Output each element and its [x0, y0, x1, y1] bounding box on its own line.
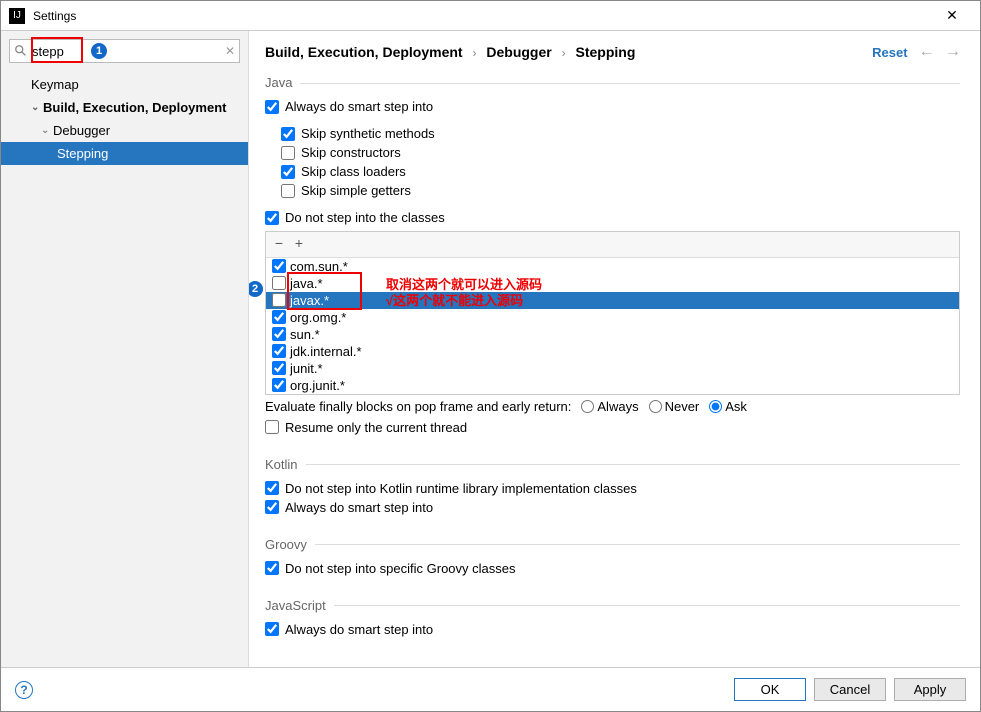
- class-pattern: java.*: [290, 276, 323, 291]
- back-icon[interactable]: ←: [919, 43, 935, 60]
- main-area: ✕ 1 Keymap ⌄Build, Execution, Deployment…: [1, 31, 980, 667]
- nav-arrows: ← →: [916, 43, 964, 61]
- chk-skip-getters[interactable]: Skip simple getters: [281, 181, 960, 200]
- class-row[interactable]: junit.*: [266, 360, 959, 377]
- class-pattern: com.sun.*: [290, 259, 348, 274]
- class-row[interactable]: java.*: [266, 275, 959, 292]
- class-pattern: org.junit.*: [290, 378, 345, 393]
- classes-box: − + com.sun.* java.* javax.* org.omg.* sun.*…: [265, 231, 960, 395]
- breadcrumb-part: Stepping: [576, 44, 636, 60]
- content-pane: Build, Execution, Deployment › Debugger …: [249, 31, 980, 667]
- annotation-badge-2: 2: [249, 281, 263, 297]
- class-pattern: sun.*: [290, 327, 320, 342]
- annotation-box-1: [31, 37, 83, 63]
- chk-kotlin-smart[interactable]: Always do smart step into: [265, 498, 960, 517]
- chk-skip-constructors[interactable]: Skip constructors: [281, 143, 960, 162]
- radio-always[interactable]: Always: [581, 399, 638, 414]
- eval-finally-row: Evaluate finally blocks on pop frame and…: [265, 395, 960, 418]
- clear-search-icon[interactable]: ✕: [225, 44, 235, 58]
- section-java: Java: [265, 75, 292, 91]
- app-icon: IJ: [9, 8, 25, 24]
- tree-item-stepping[interactable]: Stepping: [1, 142, 248, 165]
- classes-list[interactable]: com.sun.* java.* javax.* org.omg.* sun.* jdk.…: [266, 258, 959, 394]
- class-checkbox[interactable]: [272, 361, 286, 375]
- sidebar: ✕ 1 Keymap ⌄Build, Execution, Deployment…: [1, 31, 249, 667]
- class-checkbox[interactable]: [272, 344, 286, 358]
- tree-item-keymap[interactable]: Keymap: [1, 73, 248, 96]
- expand-icon: ⌄: [31, 102, 41, 113]
- breadcrumb: Build, Execution, Deployment › Debugger …: [265, 44, 872, 60]
- chk-groovy-dontstep[interactable]: Do not step into specific Groovy classes: [265, 559, 960, 578]
- chk-skip-synthetic[interactable]: Skip synthetic methods: [281, 124, 960, 143]
- chevron-right-icon: ›: [472, 46, 476, 60]
- section-javascript: JavaScript: [265, 598, 326, 614]
- search-wrapper: ✕ 1: [1, 31, 248, 71]
- chk-skip-class-loaders[interactable]: Skip class loaders: [281, 162, 960, 181]
- help-icon[interactable]: ?: [15, 681, 33, 699]
- class-checkbox[interactable]: [272, 378, 286, 392]
- radio-ask[interactable]: Ask: [709, 399, 747, 414]
- radio-never[interactable]: Never: [649, 399, 700, 414]
- button-bar: ? OK Cancel Apply: [1, 667, 980, 711]
- class-row[interactable]: jdk.internal.*: [266, 343, 959, 360]
- class-row[interactable]: sun.*: [266, 326, 959, 343]
- chk-js-smart[interactable]: Always do smart step into: [265, 620, 960, 639]
- tree-item-debugger[interactable]: ⌄Debugger: [1, 119, 248, 142]
- class-checkbox[interactable]: [272, 276, 286, 290]
- ok-button[interactable]: OK: [734, 678, 806, 701]
- class-row[interactable]: com.sun.*: [266, 258, 959, 275]
- section-groovy: Groovy: [265, 537, 307, 553]
- classes-wrapper: 2 − + com.sun.*java.*javax.*org.omg.*sun…: [265, 231, 960, 395]
- class-pattern: org.omg.*: [290, 310, 346, 325]
- class-row[interactable]: org.omg.*: [266, 309, 959, 326]
- title-bar: IJ Settings ✕: [1, 1, 980, 31]
- forward-icon[interactable]: →: [945, 43, 961, 60]
- apply-button[interactable]: Apply: [894, 678, 966, 701]
- class-pattern: junit.*: [290, 361, 323, 376]
- expand-icon: ⌄: [41, 125, 51, 136]
- add-icon[interactable]: +: [292, 235, 306, 254]
- class-checkbox[interactable]: [272, 259, 286, 273]
- breadcrumb-part[interactable]: Build, Execution, Deployment: [265, 44, 463, 60]
- class-checkbox[interactable]: [272, 293, 286, 307]
- remove-icon[interactable]: −: [272, 235, 286, 254]
- chk-do-not-step-classes[interactable]: Do not step into the classes: [265, 208, 960, 227]
- class-checkbox[interactable]: [272, 310, 286, 324]
- window-title: Settings: [33, 9, 932, 23]
- class-row[interactable]: javax.*: [266, 292, 959, 309]
- tree-item-build-execution-deployment[interactable]: ⌄Build, Execution, Deployment: [1, 96, 248, 119]
- class-checkbox[interactable]: [272, 327, 286, 341]
- class-pattern: javax.*: [290, 293, 329, 308]
- annotation-badge-1: 1: [91, 43, 107, 59]
- search-icon: [14, 44, 28, 58]
- settings-tree: Keymap ⌄Build, Execution, Deployment ⌄De…: [1, 71, 248, 167]
- chk-smart-step-java[interactable]: Always do smart step into: [265, 97, 960, 116]
- cancel-button[interactable]: Cancel: [814, 678, 886, 701]
- chevron-right-icon: ›: [562, 46, 566, 60]
- chk-kotlin-dontstep[interactable]: Do not step into Kotlin runtime library …: [265, 479, 960, 498]
- content-header: Build, Execution, Deployment › Debugger …: [249, 31, 980, 69]
- class-pattern: jdk.internal.*: [290, 344, 362, 359]
- classes-toolbar: − +: [266, 232, 959, 258]
- reset-link[interactable]: Reset: [872, 45, 907, 60]
- breadcrumb-part[interactable]: Debugger: [486, 44, 551, 60]
- close-icon[interactable]: ✕: [932, 7, 972, 24]
- settings-scroll[interactable]: Java Always do smart step into Skip synt…: [249, 69, 980, 667]
- eval-finally-label: Evaluate finally blocks on pop frame and…: [265, 399, 571, 414]
- section-kotlin: Kotlin: [265, 457, 298, 473]
- class-row[interactable]: org.junit.*: [266, 377, 959, 394]
- chk-resume-thread[interactable]: Resume only the current thread: [265, 418, 960, 437]
